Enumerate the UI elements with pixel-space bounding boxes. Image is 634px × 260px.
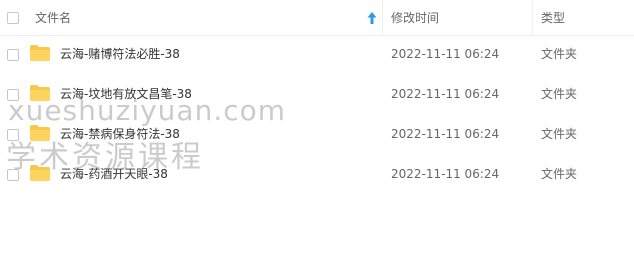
file-type: 文件夹 [541,167,578,181]
file-row[interactable]: 云海-赌博符法必胜-38 2022-11-11 06:24 文件夹 [0,35,634,75]
column-header-type[interactable]: 类型 [541,10,565,26]
column-header: 文件名 修改时间 类型 [0,0,634,36]
file-modified-time: 2022-11-11 06:24 [391,127,500,141]
column-header-modified[interactable]: 修改时间 [391,10,439,26]
file-name[interactable]: 云海-赌博符法必胜-38 [60,46,180,62]
sort-ascending-icon[interactable] [366,11,378,25]
select-all-checkbox[interactable] [7,12,19,24]
folder-icon [30,45,50,61]
file-type: 文件夹 [541,87,578,101]
file-type: 文件夹 [541,127,578,141]
column-divider[interactable] [532,0,533,36]
file-modified-time: 2022-11-11 06:24 [391,167,500,181]
watermark-url: xueshuziyuan.com [8,94,287,127]
file-type: 文件夹 [541,47,578,61]
file-modified-time: 2022-11-11 06:24 [391,47,500,61]
watermark-title: 学术资源课程 [6,140,204,175]
column-header-name[interactable]: 文件名 [35,10,71,26]
row-checkbox[interactable] [7,49,19,61]
column-divider[interactable] [382,0,383,36]
file-modified-time: 2022-11-11 06:24 [391,87,500,101]
